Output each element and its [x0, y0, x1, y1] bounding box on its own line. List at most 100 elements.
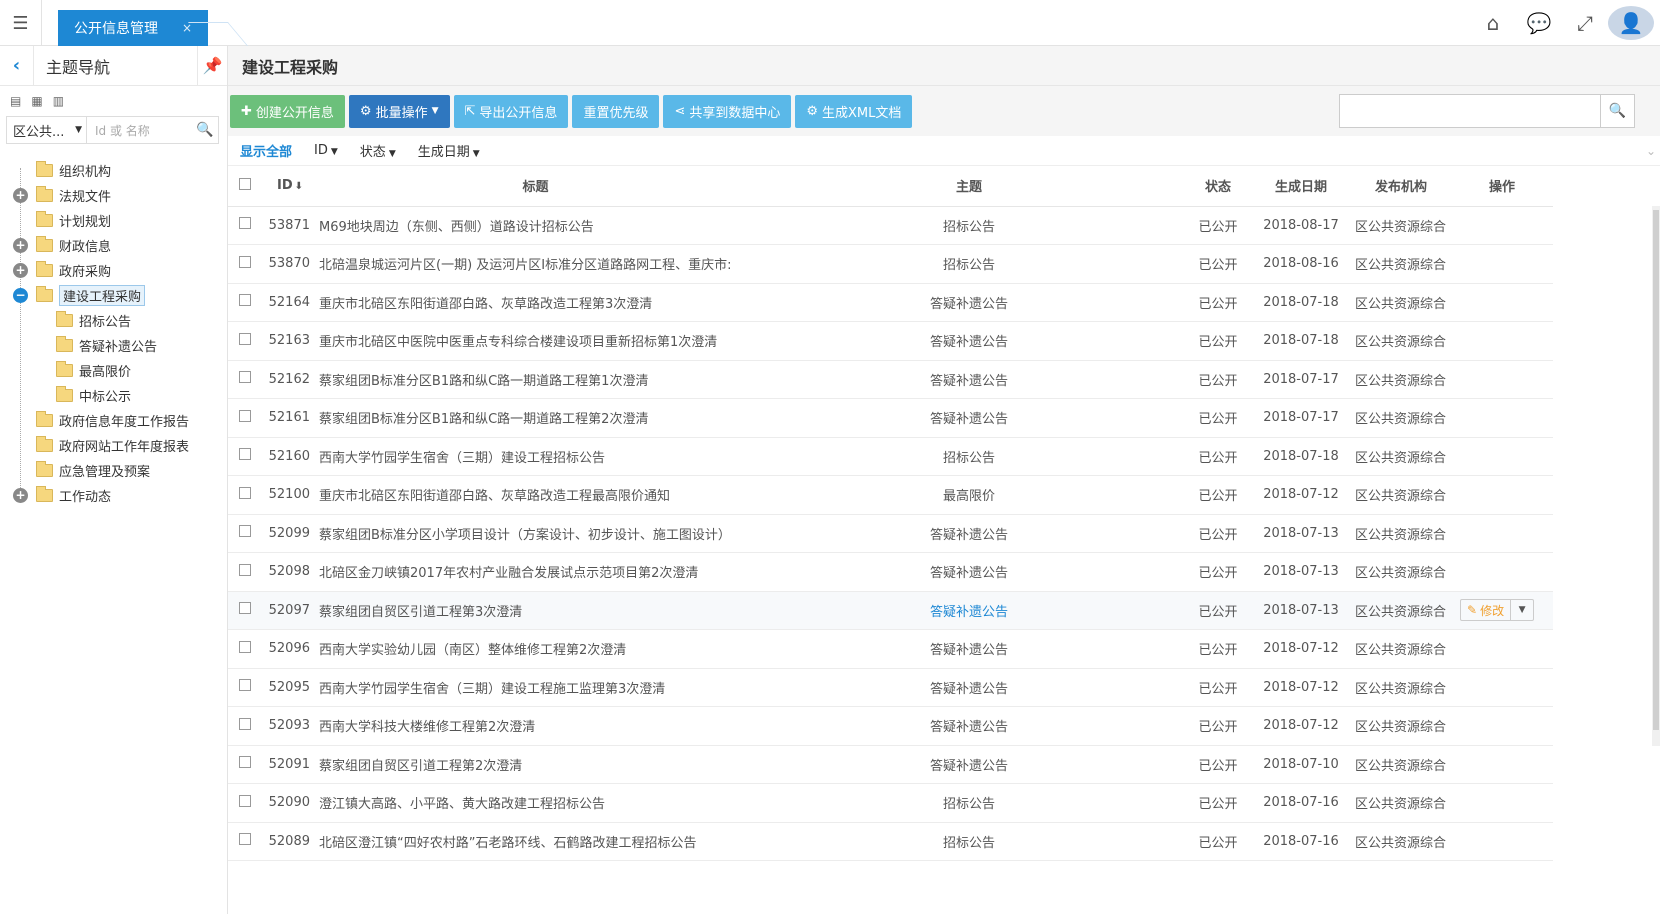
- row-checkbox[interactable]: [228, 591, 262, 630]
- expand-icon[interactable]: +: [13, 238, 28, 253]
- row-title-link[interactable]: 蔡家组团自贸区引道工程第3次澄清: [318, 591, 753, 630]
- row-checkbox[interactable]: [228, 629, 262, 669]
- tree-node[interactable]: 最高限价: [0, 358, 227, 383]
- row-checkbox[interactable]: [228, 244, 262, 284]
- batch-button[interactable]: ⚙ 批量操作 ▼: [348, 94, 450, 128]
- table-row[interactable]: 52162 蔡家组团B标准分区B1路和纵C路一期道路工程第1次澄清 答疑补遗公告 已公…: [228, 360, 1553, 399]
- row-checkbox[interactable]: [228, 745, 262, 784]
- edit-button[interactable]: ✎ 修改: [1461, 600, 1512, 621]
- pin-icon[interactable]: 📌: [197, 45, 227, 86]
- table-row[interactable]: 52096 西南大学实验幼儿园（南区）整体维修工程第2次澄清 答疑补遗公告 已公开 20…: [228, 629, 1553, 669]
- scrollbar[interactable]: [1652, 206, 1660, 746]
- expand-icon[interactable]: +: [13, 488, 28, 503]
- table-row[interactable]: 52160 西南大学竹园学生宿舍（三期）建设工程招标公告 招标公告 已公开 2018-0…: [228, 437, 1553, 476]
- search-icon[interactable]: 🔍: [1600, 95, 1634, 127]
- row-checkbox[interactable]: [228, 321, 262, 361]
- collapse-icon[interactable]: −: [13, 288, 28, 303]
- row-title-link[interactable]: 蔡家组团自贸区引道工程第2次澄清: [318, 745, 753, 784]
- home-icon[interactable]: ⌂: [1470, 11, 1516, 35]
- table-row[interactable]: 52091 蔡家组团自贸区引道工程第2次澄清 答疑补遗公告 已公开 2018-07-10…: [228, 745, 1553, 784]
- tree-node[interactable]: + 政府采购: [0, 258, 227, 283]
- tree-node[interactable]: 政府网站工作年度报表: [0, 433, 227, 458]
- table-row[interactable]: 52100 重庆市北碚区东阳街道邵白路、灰草路改造工程最高限价通知 最高限价 已公开 2…: [228, 475, 1553, 515]
- org-select[interactable]: 区公共... ▼: [7, 117, 87, 143]
- tree-node[interactable]: 应急管理及预案: [0, 458, 227, 483]
- table-row[interactable]: 52098 北碚区金刀峡镇2017年农村产业融合发展试点示范项目第2次澄清 答疑补遗…: [228, 552, 1553, 592]
- filter-show-all[interactable]: 显示全部: [240, 141, 292, 160]
- tree-node[interactable]: 计划规划: [0, 208, 227, 233]
- avatar[interactable]: 👤: [1608, 6, 1654, 40]
- row-checkbox[interactable]: [228, 398, 262, 438]
- table-row[interactable]: 52099 蔡家组团B标准分区小学项目设计（方案设计、初步设计、施工图设计） 答疑补…: [228, 514, 1553, 553]
- col-id[interactable]: ID ⬇: [262, 166, 318, 207]
- table-row[interactable]: 52093 西南大学科技大楼维修工程第2次澄清 答疑补遗公告 已公开 2018-07-1…: [228, 706, 1553, 746]
- filter-status[interactable]: 状态 ▼: [360, 141, 396, 160]
- fullscreen-icon[interactable]: ⤢: [1562, 11, 1608, 35]
- table-row[interactable]: 52164 重庆市北碚区东阳街道邵白路、灰草路改造工程第3次澄清 答疑补遗公告 已公开…: [228, 283, 1553, 322]
- row-title-link[interactable]: 重庆市北碚区中医院中医重点专科综合楼建设项目重新招标第1次澄清: [318, 321, 753, 361]
- table-row[interactable]: 52090 澄江镇大高路、小平路、黄大路改建工程招标公告 招标公告 已公开 2018-0…: [228, 783, 1553, 823]
- main-search-input[interactable]: [1340, 95, 1600, 127]
- row-title-link[interactable]: 西南大学竹园学生宿舍（三期）建设工程招标公告: [318, 437, 753, 476]
- table-row[interactable]: 52097 蔡家组团自贸区引道工程第3次澄清 答疑补遗公告 已公开 2018-07-13…: [228, 591, 1553, 630]
- row-title-link[interactable]: 蔡家组团B标准分区B1路和纵C路一期道路工程第1次澄清: [318, 360, 753, 399]
- table-row[interactable]: 52161 蔡家组团B标准分区B1路和纵C路一期道路工程第2次澄清 答疑补遗公告 已公…: [228, 398, 1553, 438]
- reset-priority-button[interactable]: 重置优先级: [572, 94, 660, 128]
- row-topic[interactable]: 答疑补遗公告: [753, 591, 1185, 630]
- table-row[interactable]: 53871 M69地块周边（东侧、西侧）道路设计招标公告 招标公告 已公开 2018-0…: [228, 206, 1553, 245]
- expand-all-icon[interactable]: ▤: [10, 94, 21, 108]
- row-checkbox[interactable]: [228, 206, 262, 245]
- row-checkbox[interactable]: [228, 822, 262, 861]
- row-title-link[interactable]: 西南大学科技大楼维修工程第2次澄清: [318, 706, 753, 746]
- table-row[interactable]: 53870 北碚温泉城运河片区(一期) 及运河片区I标准分区道路路网工程、重庆市:…: [228, 244, 1553, 284]
- tree-node[interactable]: 招标公告: [0, 308, 227, 333]
- row-title-link[interactable]: 北碚区金刀峡镇2017年农村产业融合发展试点示范项目第2次澄清: [318, 552, 753, 592]
- tree-node[interactable]: 答疑补遗公告: [0, 333, 227, 358]
- expand-icon[interactable]: +: [13, 263, 28, 278]
- tree-node[interactable]: + 法规文件: [0, 183, 227, 208]
- row-title-link[interactable]: 澄江镇大高路、小平路、黄大路改建工程招标公告: [318, 783, 753, 823]
- row-checkbox[interactable]: [228, 668, 262, 707]
- row-title-link[interactable]: 重庆市北碚区东阳街道邵白路、灰草路改造工程第3次澄清: [318, 283, 753, 322]
- tab-public-info-management[interactable]: 公开信息管理 ×: [58, 10, 208, 46]
- select-all-checkbox[interactable]: [228, 166, 262, 207]
- table-row[interactable]: 52095 西南大学竹园学生宿舍（三期）建设工程施工监理第3次澄清 答疑补遗公告 已公…: [228, 668, 1553, 707]
- row-checkbox[interactable]: [228, 783, 262, 823]
- share-button[interactable]: ⋖ 共享到数据中心: [663, 94, 792, 128]
- expand-icon[interactable]: +: [13, 188, 28, 203]
- row-checkbox[interactable]: [228, 283, 262, 322]
- row-checkbox[interactable]: [228, 360, 262, 399]
- chevron-down-icon[interactable]: ⌄: [1646, 144, 1656, 158]
- row-checkbox[interactable]: [228, 514, 262, 553]
- row-title-link[interactable]: 西南大学竹园学生宿舍（三期）建设工程施工监理第3次澄清: [318, 668, 753, 707]
- hamburger-menu-icon[interactable]: ☰: [0, 0, 42, 46]
- table-row[interactable]: 52089 北碚区澄江镇“四好农村路”石老路环线、石鹤路改建工程招标公告 招标公告已…: [228, 822, 1553, 861]
- tree-node[interactable]: 组织机构: [0, 158, 227, 183]
- create-button[interactable]: ✚ 创建公开信息: [230, 94, 345, 128]
- collapse-all-icon[interactable]: ▦: [31, 94, 42, 108]
- tree-node[interactable]: 政府信息年度工作报告: [0, 408, 227, 433]
- filter-id[interactable]: ID ▼: [314, 143, 338, 158]
- filter-date[interactable]: 生成日期 ▼: [418, 141, 480, 160]
- row-checkbox[interactable]: [228, 552, 262, 592]
- tree-node[interactable]: − 建设工程采购: [0, 283, 227, 308]
- row-checkbox[interactable]: [228, 475, 262, 515]
- tree-view-icon[interactable]: ▥: [53, 94, 64, 108]
- row-title-link[interactable]: M69地块周边（东侧、西侧）道路设计招标公告: [318, 206, 753, 245]
- table-row[interactable]: 52163 重庆市北碚区中医院中医重点专科综合楼建设项目重新招标第1次澄清 答疑补遗…: [228, 321, 1553, 361]
- export-button[interactable]: ⇱ 导出公开信息: [453, 94, 569, 128]
- tree-node[interactable]: + 财政信息: [0, 233, 227, 258]
- search-icon[interactable]: 🔍: [192, 117, 218, 143]
- collapse-chevron-left-icon[interactable]: ‹: [0, 45, 34, 86]
- row-title-link[interactable]: 北碚温泉城运河片区(一期) 及运河片区I标准分区道路路网工程、重庆市:: [318, 244, 753, 284]
- tree-search-input[interactable]: Id 或 名称: [87, 117, 192, 143]
- row-title-link[interactable]: 蔡家组团B标准分区小学项目设计（方案设计、初步设计、施工图设计）: [318, 514, 753, 553]
- row-title-link[interactable]: 北碚区澄江镇“四好农村路”石老路环线、石鹤路改建工程招标公告: [318, 822, 753, 861]
- tree-node[interactable]: + 工作动态: [0, 483, 227, 508]
- caret-down-icon[interactable]: ▼: [1511, 600, 1533, 620]
- row-checkbox[interactable]: [228, 437, 262, 476]
- row-title-link[interactable]: 蔡家组团B标准分区B1路和纵C路一期道路工程第2次澄清: [318, 398, 753, 438]
- row-title-link[interactable]: 西南大学实验幼儿园（南区）整体维修工程第2次澄清: [318, 629, 753, 669]
- row-checkbox[interactable]: [228, 706, 262, 746]
- chat-icon[interactable]: 💬: [1516, 11, 1562, 35]
